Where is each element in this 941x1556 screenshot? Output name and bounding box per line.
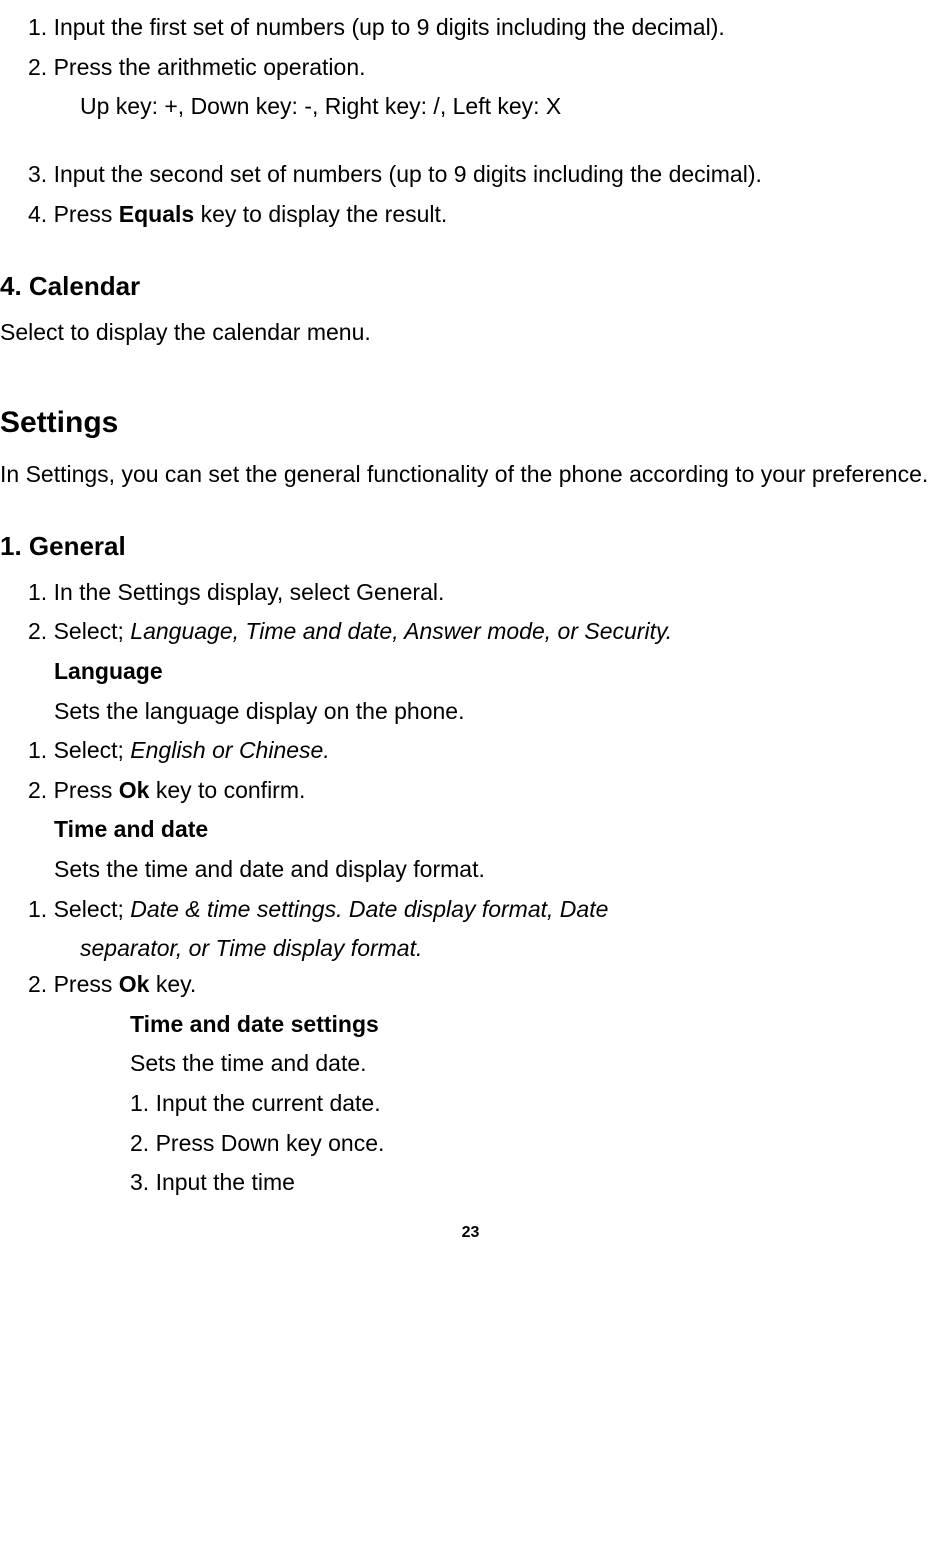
timedate-step-2-prefix: 2. Press [28, 971, 119, 997]
timedate-desc: Sets the time and date and display forma… [54, 852, 941, 888]
timedate-heading: Time and date [54, 812, 941, 848]
timedate-sub-heading: Time and date settings [130, 1007, 941, 1043]
general-step-2-prefix: 2. Select; [28, 618, 130, 644]
timedate-step-1: 1. Select; Date & time settings. Date di… [54, 892, 941, 928]
language-heading: Language [54, 654, 941, 690]
step-3: 3. Input the second set of numbers (up t… [54, 157, 941, 193]
step-4-bold: Equals [119, 201, 194, 227]
language-step-1: 1. Select; English or Chinese. [54, 733, 941, 769]
calendar-text: Select to display the calendar menu. [0, 315, 941, 351]
step-1: 1. Input the first set of numbers (up to… [54, 10, 941, 46]
timedate-step-2-suffix: key. [149, 971, 196, 997]
step-2-detail: Up key: +, Down key: -, Right key: /, Le… [80, 89, 941, 125]
language-step-2-prefix: 2. Press [28, 777, 119, 803]
language-desc: Sets the language display on the phone. [54, 694, 941, 730]
general-step-2: 2. Select; Language, Time and date, Answ… [54, 614, 941, 650]
step-4-prefix: 4. Press [28, 201, 119, 227]
timedate-sub-s2: 2. Press Down key once. [130, 1126, 941, 1162]
language-step-2: 2. Press Ok key to confirm. [54, 773, 941, 809]
timedate-step-1-cont: separator, or Time display format. [80, 931, 941, 967]
timedate-sub-s3: 3. Input the time [130, 1165, 941, 1201]
general-heading: 1. General [0, 526, 941, 566]
step-4: 4. Press Equals key to display the resul… [54, 197, 941, 233]
timedate-step-2-bold: Ok [119, 971, 150, 997]
general-step-1: 1. In the Settings display, select Gener… [54, 575, 941, 611]
language-step-1-italic: English or Chinese. [130, 737, 329, 763]
language-step-2-suffix: key to confirm. [149, 777, 305, 803]
timedate-sub-desc: Sets the time and date. [130, 1046, 941, 1082]
step-2: 2. Press the arithmetic operation. [54, 50, 941, 86]
timedate-step-1-italic-a: Date & time settings. Date display forma… [130, 896, 608, 922]
language-step-2-bold: Ok [119, 777, 150, 803]
general-step-2-italic: Language, Time and date, Answer mode, or… [130, 618, 672, 644]
page-number: 23 [0, 1221, 941, 1246]
timedate-sub-s1: 1. Input the current date. [130, 1086, 941, 1122]
timedate-step-2: 2. Press Ok key. [54, 967, 941, 1003]
settings-heading: Settings [0, 400, 941, 447]
timedate-step-1-prefix: 1. Select; [28, 896, 130, 922]
document-page: 1. Input the first set of numbers (up to… [0, 10, 941, 1246]
step-4-suffix: key to display the result. [194, 201, 447, 227]
settings-intro: In Settings, you can set the general fun… [0, 457, 941, 493]
calendar-heading: 4. Calendar [0, 266, 941, 306]
language-step-1-prefix: 1. Select; [28, 737, 130, 763]
